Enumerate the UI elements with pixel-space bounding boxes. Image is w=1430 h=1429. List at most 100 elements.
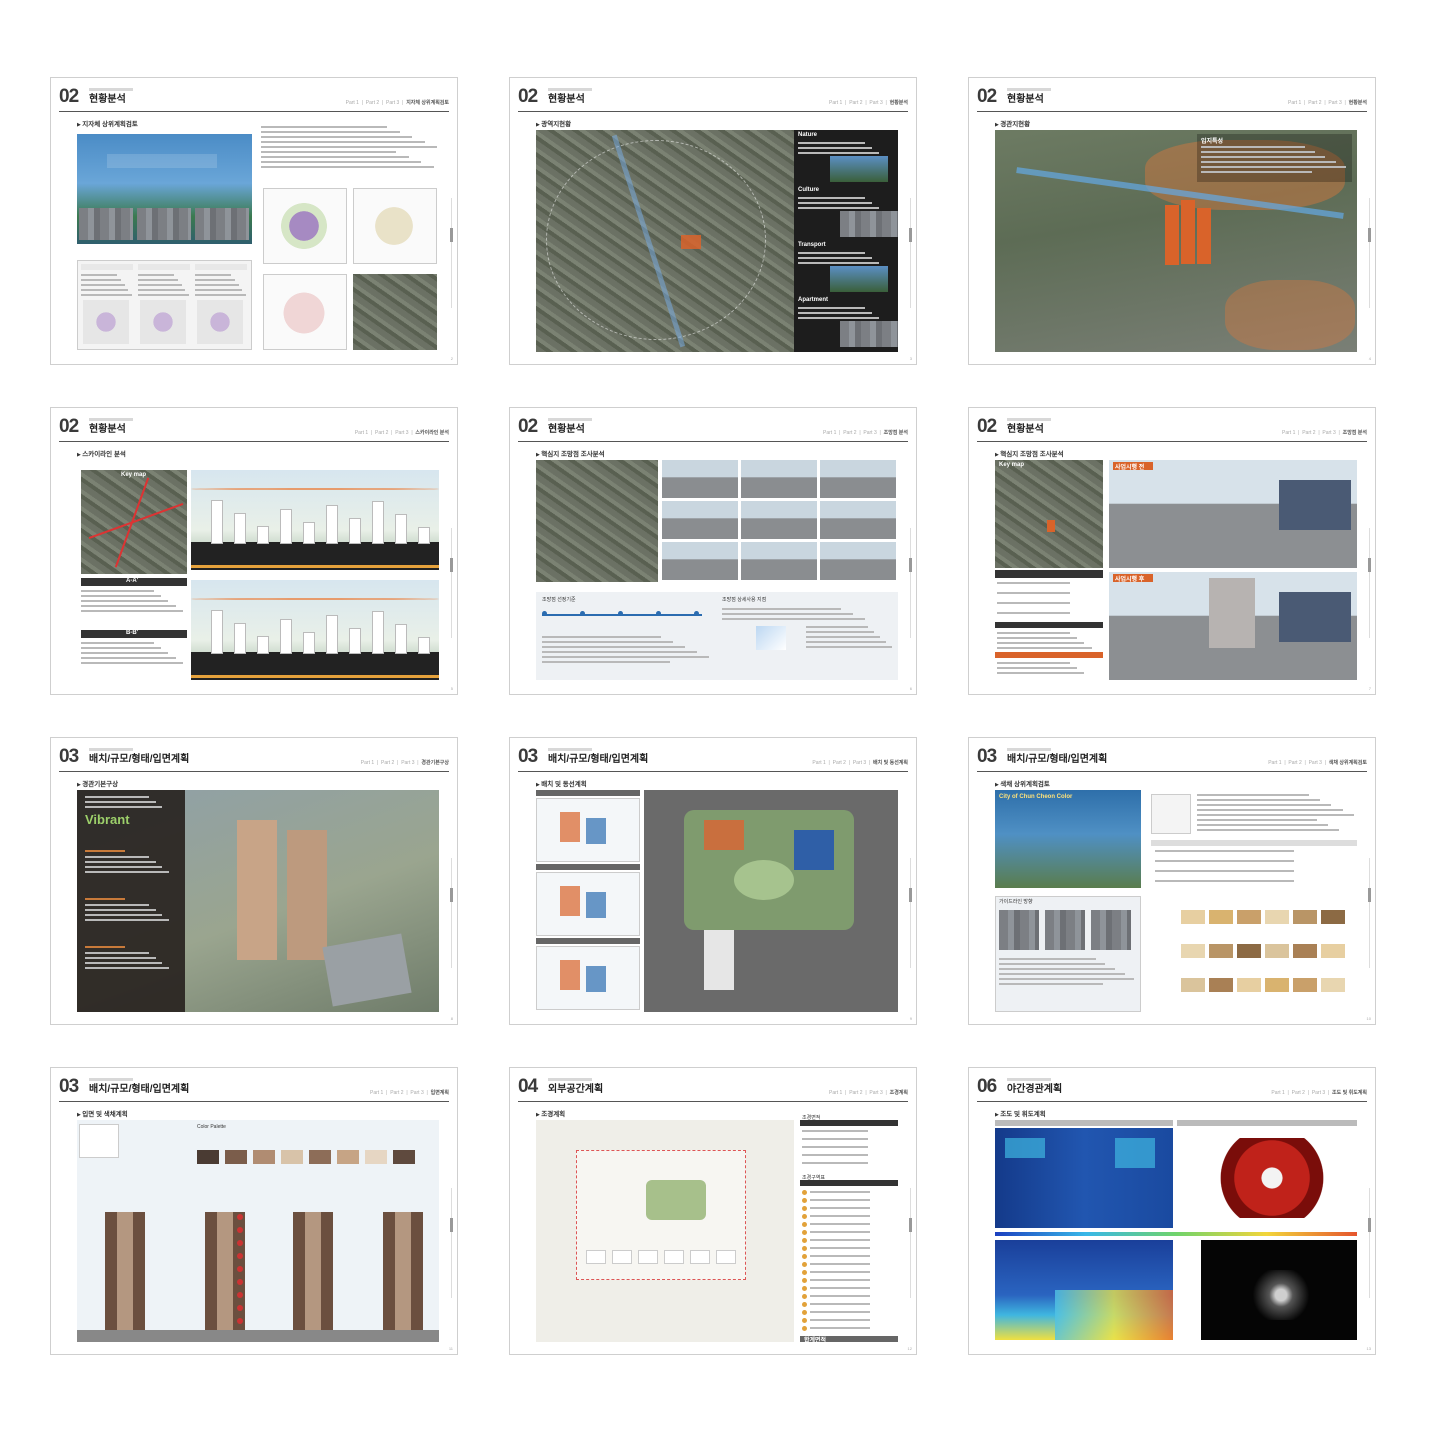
- color-swatch: [1293, 978, 1317, 992]
- chapter-number: 02: [977, 86, 997, 107]
- tower-elevation: [105, 1212, 145, 1330]
- color-swatch: [1321, 910, 1345, 924]
- text-block: [1155, 850, 1353, 855]
- text-block: [802, 1138, 896, 1143]
- section-title: 조경계획: [536, 1108, 565, 1118]
- document-page-4[interactable]: 02 현황분석 Part 1 | Part 2 | Part 3 | 스카이라인…: [50, 407, 458, 695]
- header-rule: [518, 441, 908, 442]
- text-block: [810, 1207, 896, 1212]
- document-page-1[interactable]: 02 현황분석 Part 1 | Part 2 | Part 3 | 지자체 상…: [50, 77, 458, 365]
- block-mass: [586, 892, 606, 918]
- map-shape: [277, 288, 331, 338]
- chapter-title: 외부공간계획: [548, 1084, 604, 1095]
- panel-title-bar: [1177, 1120, 1357, 1126]
- building-footprint: [716, 1250, 736, 1264]
- text-block: [810, 1295, 896, 1300]
- document-page-7[interactable]: 03 배치/규모/형태/입면계획 Part 1 | Part 2 | Part …: [50, 737, 458, 1025]
- header-rule: [977, 771, 1367, 772]
- page-header: 03 배치/규모/형태/입면계획 Part 1 | Part 2 | Part …: [518, 746, 908, 772]
- birdseye-photo: 입지특성: [995, 130, 1357, 352]
- building-photo: [1279, 592, 1351, 642]
- skyline-curve: [191, 598, 439, 600]
- building-roof: [704, 820, 744, 850]
- row-marker: [802, 1190, 807, 1195]
- breadcrumb: Part 1 | Part 2 | Part 3 | 현황분석: [829, 100, 908, 106]
- document-page-3[interactable]: 02 현황분석 Part 1 | Part 2 | Part 3 | 현황분석 …: [968, 77, 1376, 365]
- page-header: 03 배치/규모/형태/입면계획 Part 1 | Part 2 | Part …: [59, 1076, 449, 1102]
- header-rule: [518, 771, 908, 772]
- text-block: [997, 612, 1101, 617]
- section-title: 지자체 상위계획검토: [77, 118, 138, 128]
- page-header: 02 현황분석 Part 1 | Part 2 | Part 3 | 현황분석: [977, 86, 1367, 112]
- text-block: [798, 142, 894, 157]
- breadcrumb: Part 1 | Part 2 | Part 3 | 현황분석: [1288, 100, 1367, 106]
- document-page-9[interactable]: 03 배치/규모/형태/입면계획 Part 1 | Part 2 | Part …: [968, 737, 1376, 1025]
- text-block: [810, 1215, 896, 1220]
- row-marker: [802, 1214, 807, 1219]
- section-title: 스카이라인 분석: [77, 448, 126, 458]
- table-header: [138, 264, 190, 270]
- document-page-5[interactable]: 02 현황분석 Part 1 | Part 2 | Part 3 | 조망점 분…: [509, 407, 917, 695]
- document-page-8[interactable]: 03 배치/규모/형태/입면계획 Part 1 | Part 2 | Part …: [509, 737, 917, 1025]
- page-header: 04 외부공간계획 Part 1 | Part 2 | Part 3 | 조경계…: [518, 1076, 908, 1102]
- header-subline: [89, 1078, 133, 1081]
- building-silhouette: [234, 513, 246, 544]
- header-subline: [548, 748, 592, 751]
- tower-mass: [1197, 208, 1211, 264]
- glow-area: [1241, 1270, 1321, 1320]
- chapter-number: 02: [518, 416, 538, 437]
- breadcrumb-current: 색채 상위계획검토: [1328, 760, 1367, 766]
- section-title: 경관기본구상: [77, 778, 118, 788]
- text-block: [810, 1327, 896, 1332]
- building-silhouette: [280, 509, 292, 544]
- color-swatch: [1181, 978, 1205, 992]
- document-page-6[interactable]: 02 현황분석 Part 1 | Part 2 | Part 3 | 조망점 분…: [968, 407, 1376, 695]
- highlight-cluster: [1225, 280, 1355, 350]
- chapter-title: 배치/규모/형태/입면계획: [548, 754, 649, 765]
- page-number: 11: [448, 1346, 453, 1351]
- viewpoint-photo: [741, 460, 817, 498]
- page-number: 7: [1368, 686, 1371, 691]
- building-footprint: [586, 1250, 606, 1264]
- region-map: [140, 300, 186, 344]
- building-footprint: [690, 1250, 710, 1264]
- header-subline: [89, 418, 133, 421]
- thumbnail-photo: [79, 208, 133, 240]
- document-page-12[interactable]: 06 야간경관계획 Part 1 | Part 2 | Part 3 | 조도 …: [968, 1067, 1376, 1355]
- viewpoint-photo: [820, 460, 896, 498]
- category-photo: [830, 266, 888, 292]
- breadcrumb-current: 조도 및 휘도계획: [1332, 1090, 1367, 1096]
- building-silhouette: [326, 615, 338, 654]
- callout-dot: [237, 1279, 243, 1285]
- document-page-2[interactable]: 02 현황분석 Part 1 | Part 2 | Part 3 | 현황분석 …: [509, 77, 917, 365]
- page-header: 02 현황분석 Part 1 | Part 2 | Part 3 | 조망점 분…: [977, 416, 1367, 442]
- color-swatch: [1209, 978, 1233, 992]
- map-shape: [369, 203, 419, 249]
- point-rule: [85, 850, 125, 852]
- guideline-photo: [999, 910, 1039, 950]
- document-page-11[interactable]: 04 외부공간계획 Part 1 | Part 2 | Part 3 | 조경계…: [509, 1067, 917, 1355]
- panel-title-bar: [995, 1120, 1173, 1126]
- building-silhouette: [418, 527, 430, 544]
- header-rule: [977, 1101, 1367, 1102]
- site-marker: [1047, 520, 1055, 532]
- building-silhouette: [303, 632, 315, 654]
- scale-dot: [618, 611, 623, 616]
- header-subline: [89, 748, 133, 751]
- color-swatch: [1237, 944, 1261, 958]
- section-title: 입면 및 색채계획: [77, 1108, 127, 1118]
- page-number: 13: [1366, 1346, 1371, 1351]
- block-mass: [560, 960, 580, 990]
- document-page-10[interactable]: 03 배치/규모/형태/입면계획 Part 1 | Part 2 | Part …: [50, 1067, 458, 1355]
- text-block: [798, 307, 894, 322]
- diagram-title: [536, 790, 640, 796]
- chapter-number: 06: [977, 1076, 997, 1097]
- building-silhouette: [257, 636, 269, 654]
- plaza-area: [322, 933, 412, 1007]
- table-header: [995, 570, 1103, 578]
- page-number: 9: [909, 1016, 912, 1021]
- chapter-number: 02: [518, 86, 538, 107]
- row-marker: [802, 1246, 807, 1251]
- chapter-number: 03: [977, 746, 997, 767]
- chapter-title: 현황분석: [548, 94, 585, 105]
